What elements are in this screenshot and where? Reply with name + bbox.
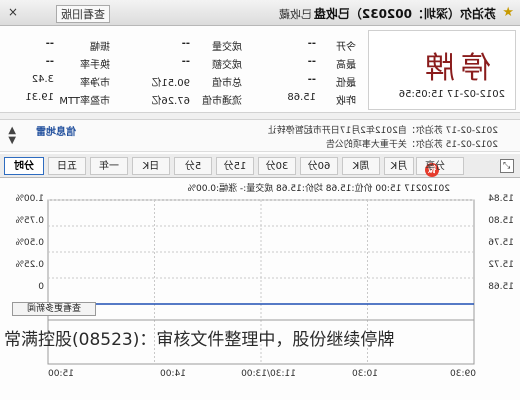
news-item[interactable]: 2012-02-15 苏泊尔：关于重大事项的公告 <box>326 137 498 150</box>
tab-60min[interactable]: 60分 <box>300 157 338 175</box>
quote-value: -- <box>307 56 316 67</box>
close-icon[interactable]: × <box>8 5 18 19</box>
percent-tick: 0.25% <box>15 260 44 270</box>
info-mine-label: 信息地雷 <box>36 127 76 138</box>
quote-value: -- <box>307 38 316 49</box>
info-ticker: 2012-02-17 苏泊尔：自2012年2月17日开市起暂停转让 2012-0… <box>0 120 520 152</box>
time-tick: 15:00 <box>48 369 74 379</box>
divider <box>0 112 520 120</box>
suspension-panel: 停牌 2012-02-17 15:05:56 <box>368 30 516 110</box>
tab-one-year[interactable]: 一年 <box>90 157 128 175</box>
quote-label: 最高 <box>336 60 356 71</box>
news-item[interactable]: 2012-02-17 苏泊尔：自2012年2月17日开市起暂停转让 <box>268 123 498 136</box>
share-label: 分享 <box>425 161 445 172</box>
quote-value: 67.26亿 <box>151 96 190 107</box>
tab-month-k[interactable]: 月K <box>384 157 414 175</box>
percent-tick: 0.50% <box>15 238 44 248</box>
quote-label: 振幅 <box>90 42 110 53</box>
quote-value: -- <box>307 74 316 85</box>
scroll-arrows-icon[interactable]: ▲ ▼ <box>8 125 16 146</box>
quote-label: 昨收 <box>336 96 356 107</box>
quote-value: 19.31 <box>25 92 54 103</box>
tab-15min[interactable]: 15分 <box>216 157 254 175</box>
chart-info-line: 20120217 15:00 价位:15.68 均价:15.68 成交量:- 涨… <box>187 184 450 194</box>
suspended-banner: 停牌 <box>419 51 491 86</box>
old-version-button[interactable]: 查看旧版 <box>56 5 110 23</box>
quote-value: -- <box>45 38 54 49</box>
quote-label: 流通市值 <box>202 96 242 107</box>
favorite-label[interactable]: 已收藏 <box>279 6 312 22</box>
quote-label: 成交量 <box>212 42 242 53</box>
quote-label: 成交额 <box>212 60 242 71</box>
percent-tick: 0.75% <box>15 216 44 226</box>
chart-svg <box>47 199 475 365</box>
period-tabs: ⤢ 微 分享 分时 五日 一年 日K 5分 15分 30分 60分 周K 月K <box>0 154 520 178</box>
price-tick: 15.72 <box>488 260 514 270</box>
percent-tick: 0 <box>38 282 44 292</box>
quote-value: -- <box>181 38 190 49</box>
title-bar: ★ 苏泊尔（深圳：002032）已收盘 已收藏 查看旧版 × <box>0 0 520 26</box>
quote-value: 90.51亿 <box>151 78 190 89</box>
quote-label: 总市值 <box>212 78 242 89</box>
turnover-value: -- <box>45 56 54 67</box>
price-tick: 15.76 <box>488 238 514 248</box>
time-tick: 09:30 <box>450 369 476 379</box>
tab-day-k[interactable]: 日K <box>132 157 170 175</box>
tab-30min[interactable]: 30分 <box>258 157 296 175</box>
more-news-button[interactable]: 查看更多新闻 <box>12 302 96 316</box>
price-tick: 15.80 <box>488 216 514 226</box>
share-button[interactable]: 微 分享 <box>416 157 464 177</box>
price-tick: 15.84 <box>488 194 514 204</box>
tab-fenshi[interactable]: 分时 <box>4 157 44 175</box>
tab-week-k[interactable]: 周K <box>342 157 380 175</box>
quote-value: -- <box>181 56 190 67</box>
stock-title: 苏泊尔（深圳：002032）已收盘 <box>313 7 496 21</box>
quote-label: 最低 <box>336 78 356 89</box>
price-tick: 15.68 <box>488 282 514 292</box>
quote-label: 市盈率TTM <box>59 96 110 107</box>
percent-tick: 1.00% <box>15 194 44 204</box>
tab-5min[interactable]: 5分 <box>174 157 212 175</box>
time-tick: 10:30 <box>352 369 378 379</box>
intraday-chart <box>0 178 520 400</box>
quote-grid: 今开 -- 成交量 -- 振幅 -- 最高 -- 成交额 -- 换手率 -- 最… <box>4 32 360 110</box>
expand-icon[interactable]: ⤢ <box>500 159 514 173</box>
news-headline: 常满控股(08523)：审核文件整理中，股份继续停牌 <box>4 330 395 350</box>
time-tick: 14:00 <box>160 369 186 379</box>
quote-label: 市净率 <box>80 78 110 89</box>
quote-value: 15.68 <box>287 92 316 103</box>
time-tick: 11:30/13:00 <box>241 369 296 379</box>
tab-five-day[interactable]: 五日 <box>48 157 86 175</box>
suspension-time: 2012-02-17 15:05:56 <box>398 89 505 100</box>
quote-value: 3.42 <box>31 74 54 85</box>
quote-label: 今开 <box>336 42 356 53</box>
turnover-label: 换手率 <box>80 60 110 71</box>
star-icon[interactable]: ★ <box>502 5 514 20</box>
